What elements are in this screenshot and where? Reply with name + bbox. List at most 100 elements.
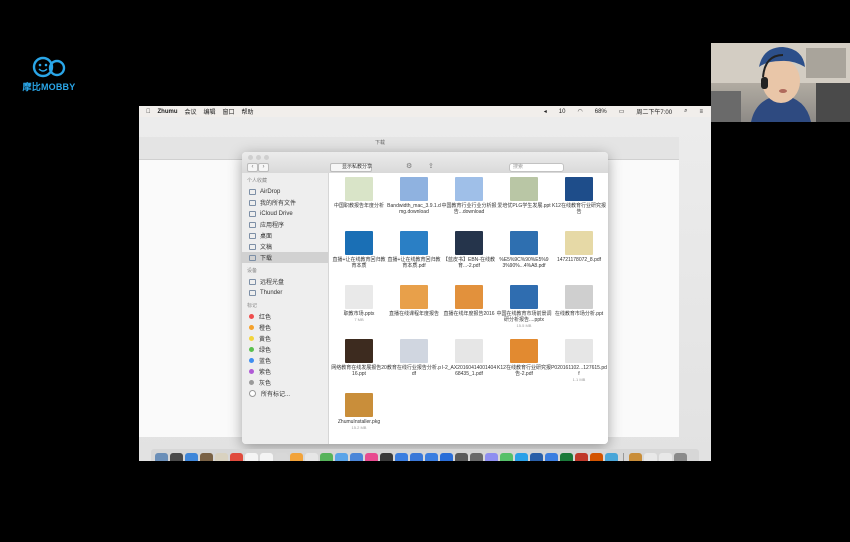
dock-app-icon[interactable] — [395, 453, 408, 461]
share-icon[interactable]: ⇪ — [428, 162, 434, 170]
spotlight-icon[interactable]: ⌕ — [684, 108, 687, 115]
dock-app-icon[interactable] — [440, 453, 453, 461]
dock-app-icon[interactable] — [425, 453, 438, 461]
file-item[interactable]: I-2_AX2016041400140468435_1.pdf — [441, 339, 497, 377]
apple-menu-icon[interactable]:  — [146, 109, 151, 115]
dock-app-icon[interactable] — [350, 453, 363, 461]
file-item[interactable]: K12在线教育行业研究报告-2.pdf — [496, 339, 552, 377]
file-item[interactable]: 直播在线课程年度报告 — [386, 285, 442, 317]
dock-app-icon[interactable] — [590, 453, 603, 461]
file-item[interactable]: ZhumuInstaller.pkg 15.2 MB — [331, 393, 387, 430]
dock-app-icon[interactable] — [155, 453, 168, 461]
file-item[interactable]: 中国在线教育市场前景调研分析报告....pptx 15.5 MB — [496, 285, 552, 328]
file-item[interactable]: 直播在线年度报告2016 — [441, 285, 497, 317]
dock-app-icon[interactable] — [305, 453, 318, 461]
dock-app-icon[interactable] — [500, 453, 513, 461]
file-item[interactable]: 在线教育市场分析.ppt — [551, 285, 607, 317]
volume-icon[interactable]: ◂ — [544, 108, 547, 115]
sidebar-item-downloads[interactable]: 下载 — [242, 252, 328, 263]
sidebar-tag-item[interactable]: 红色 — [242, 311, 328, 322]
mac-menubar:  Zhumu 会议 编辑 窗口 帮助 ◂ 10 ◠ 68% ▭ 周二下午7:0… — [139, 106, 711, 117]
file-item[interactable]: 爱培优PLG学生发展.ppt — [496, 177, 552, 209]
zoom-button[interactable] — [264, 155, 269, 160]
battery-level[interactable]: 68% — [595, 109, 607, 115]
dock-app-icon[interactable] — [200, 453, 213, 461]
dock-app-icon[interactable] — [605, 453, 618, 461]
file-item[interactable]: 直播+让在线教育回归教育本质 — [331, 231, 387, 269]
sidebar-item-airdrop[interactable]: AirDrop — [242, 186, 328, 197]
menu-item[interactable]: 帮助 — [242, 107, 254, 116]
file-item[interactable]: 网络教育在线发展报告2016.ppt — [331, 339, 387, 377]
dock-app-icon[interactable] — [185, 453, 198, 461]
back-button[interactable]: ‹ — [247, 163, 258, 172]
sidebar-item-desktop[interactable]: 桌面 — [242, 230, 328, 241]
dock-app-icon[interactable] — [545, 453, 558, 461]
file-name: 中国职教报告年度分析 — [333, 203, 384, 209]
file-thumbnail-icon — [565, 285, 593, 309]
tag-label: 橙色 — [259, 326, 272, 332]
dock-app-icon[interactable] — [320, 453, 333, 461]
sidebar-tag-item[interactable]: 蓝色 — [242, 355, 328, 366]
background-window-title: 下载 — [375, 140, 386, 146]
list-icon[interactable]: ≡ — [699, 109, 703, 115]
gear-icon[interactable]: ⚙ — [406, 162, 412, 170]
sidebar-tag-item[interactable]: 所有标记... — [242, 388, 328, 399]
sidebar-tag-item[interactable]: 橙色 — [242, 322, 328, 333]
file-item[interactable]: Bandwidth_mac_3.9.1.dmg.download — [386, 177, 442, 215]
dock-app-icon[interactable] — [455, 453, 468, 461]
dock-app-icon[interactable] — [215, 453, 228, 461]
sidebar-item-thunder[interactable]: Thunder — [242, 287, 328, 298]
file-item[interactable]: 职教市场.pptx 7 MB — [331, 285, 387, 322]
dock-app-icon[interactable] — [230, 453, 243, 461]
sidebar-item-remote-disc[interactable]: 远程光盘 — [242, 276, 328, 287]
dock-app-icon[interactable] — [575, 453, 588, 461]
sidebar-item-icloud[interactable]: iCloud Drive — [242, 208, 328, 219]
sidebar-tag-item[interactable]: 紫色 — [242, 366, 328, 377]
menu-item[interactable]: 窗口 — [223, 107, 235, 116]
dock-app-icon[interactable] — [659, 453, 672, 461]
dock-app-icon[interactable] — [485, 453, 498, 461]
wifi-icon[interactable]: ◠ — [577, 108, 582, 115]
dock-app-icon[interactable] — [275, 453, 288, 461]
dock-app-icon[interactable] — [260, 453, 273, 461]
dock-app-icon[interactable] — [470, 453, 483, 461]
file-item[interactable]: 【蓝皮书】EBN-在线教育...-2.pdf — [441, 231, 497, 269]
forward-button[interactable]: › — [258, 163, 269, 172]
file-item[interactable]: 中国职教报告年度分析 — [331, 177, 387, 209]
sidebar-tag-item[interactable]: 绿色 — [242, 344, 328, 355]
file-item[interactable]: 14721178072_8.pdf — [551, 231, 607, 263]
app-menu[interactable]: Zhumu — [158, 109, 178, 115]
sidebar-item-applications[interactable]: 应用程序 — [242, 219, 328, 230]
sidebar-tag-item[interactable]: 灰色 — [242, 377, 328, 388]
dock-app-icon[interactable] — [629, 453, 642, 461]
sidebar-item-all-files[interactable]: 我的所有文件 — [242, 197, 328, 208]
dock-app-icon[interactable] — [245, 453, 258, 461]
dock-app-icon[interactable] — [365, 453, 378, 461]
file-item[interactable]: K12在线教育行业研究报告 — [551, 177, 607, 215]
dock-app-icon[interactable] — [290, 453, 303, 461]
dock-app-icon[interactable] — [515, 453, 528, 461]
file-item[interactable]: 教育在线行业报告分析.pdf — [386, 339, 442, 377]
dock-app-icon[interactable] — [560, 453, 573, 461]
file-item[interactable]: %E5%9C%90%E5%93%90%...4%A8.pdf — [496, 231, 552, 269]
close-button[interactable] — [248, 155, 253, 160]
file-item[interactable]: 直播+让在线教育回归教育本质.pdf — [386, 231, 442, 269]
menu-item[interactable]: 编辑 — [204, 107, 216, 116]
file-name: 直播在线课程年度报告 — [388, 311, 439, 317]
dock-app-icon[interactable] — [530, 453, 543, 461]
menu-item[interactable]: 会议 — [185, 107, 197, 116]
dock-app-icon[interactable] — [335, 453, 348, 461]
dock-app-icon[interactable] — [170, 453, 183, 461]
file-item[interactable]: P020161102...127615.pdf 1.1 MB — [551, 339, 607, 382]
file-thumbnail-icon — [400, 231, 428, 255]
minimize-button[interactable] — [256, 155, 261, 160]
dock-app-icon[interactable] — [644, 453, 657, 461]
dock-app-icon[interactable] — [410, 453, 423, 461]
dock-app-icon[interactable] — [674, 453, 687, 461]
sidebar-tag-item[interactable]: 黄色 — [242, 333, 328, 344]
file-item[interactable]: 中国教育行业行业分析报告...download — [441, 177, 497, 215]
sidebar-item-documents[interactable]: 文稿 — [242, 241, 328, 252]
menubar-clock[interactable]: 周二下午7:00 — [636, 107, 672, 116]
search-input[interactable]: 搜索 — [509, 163, 564, 172]
dock-app-icon[interactable] — [380, 453, 393, 461]
